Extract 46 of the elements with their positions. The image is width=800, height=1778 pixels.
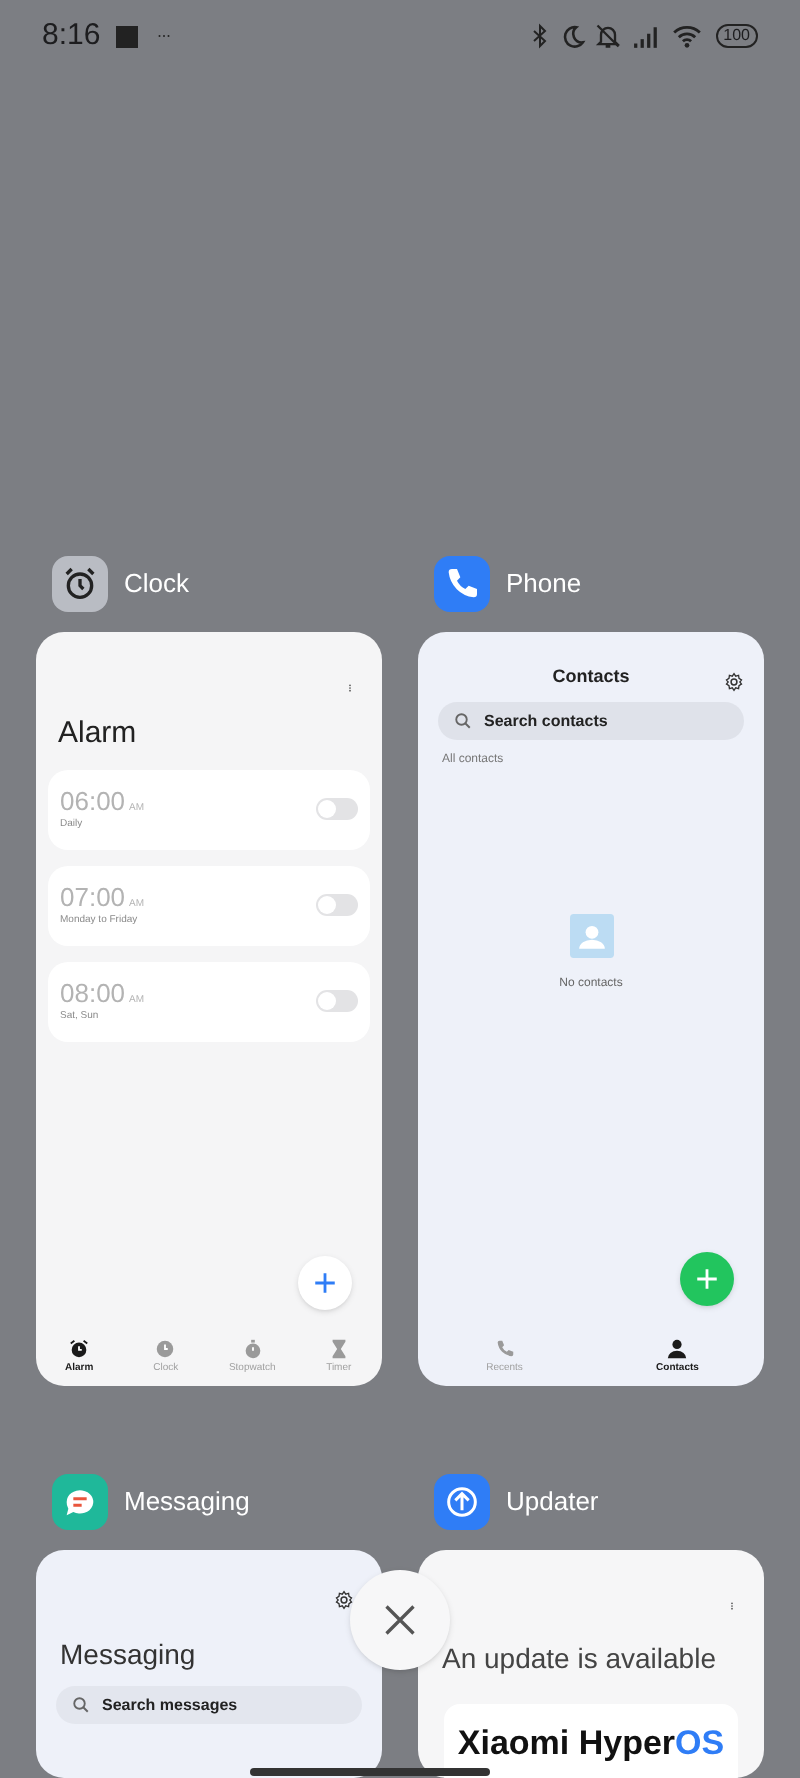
app-name: Updater: [506, 1484, 599, 1521]
notification-icon: [116, 25, 139, 47]
search-field[interactable]: Search messages: [56, 1686, 362, 1724]
settings-icon: [724, 672, 744, 692]
moon-icon: [559, 23, 586, 49]
clock-icon: [154, 1338, 177, 1360]
brand-logo-text: Xiaomi HyperOS: [457, 1724, 725, 1764]
upload-arrow-icon[interactable]: [434, 1474, 490, 1530]
add-button[interactable]: [680, 1252, 734, 1306]
toggle-switch[interactable]: [316, 798, 358, 820]
toggle-switch[interactable]: [316, 990, 358, 1012]
search-icon: [454, 712, 472, 730]
contact-card-icon: [569, 914, 613, 958]
close-icon: [382, 1602, 418, 1638]
person-icon: [666, 1338, 689, 1360]
hourglass-icon: [327, 1338, 350, 1360]
toggle-switch[interactable]: [316, 894, 358, 916]
stopwatch-icon: [241, 1338, 264, 1360]
battery-level: 100: [715, 24, 758, 48]
add-button[interactable]: [298, 1256, 352, 1310]
app-name: Messaging: [124, 1484, 250, 1521]
plus-icon: [694, 1266, 720, 1292]
alarm-time: 06:00: [60, 788, 126, 817]
settings-icon: [334, 1590, 354, 1610]
app-name: Clock: [124, 566, 190, 603]
wifi-icon: [669, 22, 704, 50]
search-icon: [72, 1696, 90, 1714]
plus-icon: [312, 1270, 338, 1296]
alarm-clock-icon: [68, 1338, 91, 1360]
app-preview-card[interactable]: An update is available Xiaomi HyperOS: [418, 1550, 764, 1778]
alarm-time: 07:00: [60, 884, 126, 913]
clock-time: 8:16: [42, 15, 101, 56]
screen-title: An update is available: [440, 1640, 718, 1678]
alarm-clock-icon[interactable]: [52, 556, 108, 612]
screen-title: Contacts: [552, 663, 630, 689]
phone-icon[interactable]: [434, 556, 490, 612]
phone-icon: [493, 1338, 516, 1360]
app-name: Phone: [506, 566, 582, 603]
search-field[interactable]: Search contacts: [438, 702, 744, 740]
app-preview-card[interactable]: Messaging Search messages: [36, 1550, 382, 1778]
alarm-time: 08:00: [60, 980, 126, 1009]
screen-title: Alarm: [56, 714, 139, 754]
screen-title: Messaging: [58, 1636, 198, 1674]
muted-bell-icon: [593, 22, 622, 50]
signal-icon: [629, 23, 662, 49]
chat-bubble-icon[interactable]: [52, 1474, 108, 1530]
